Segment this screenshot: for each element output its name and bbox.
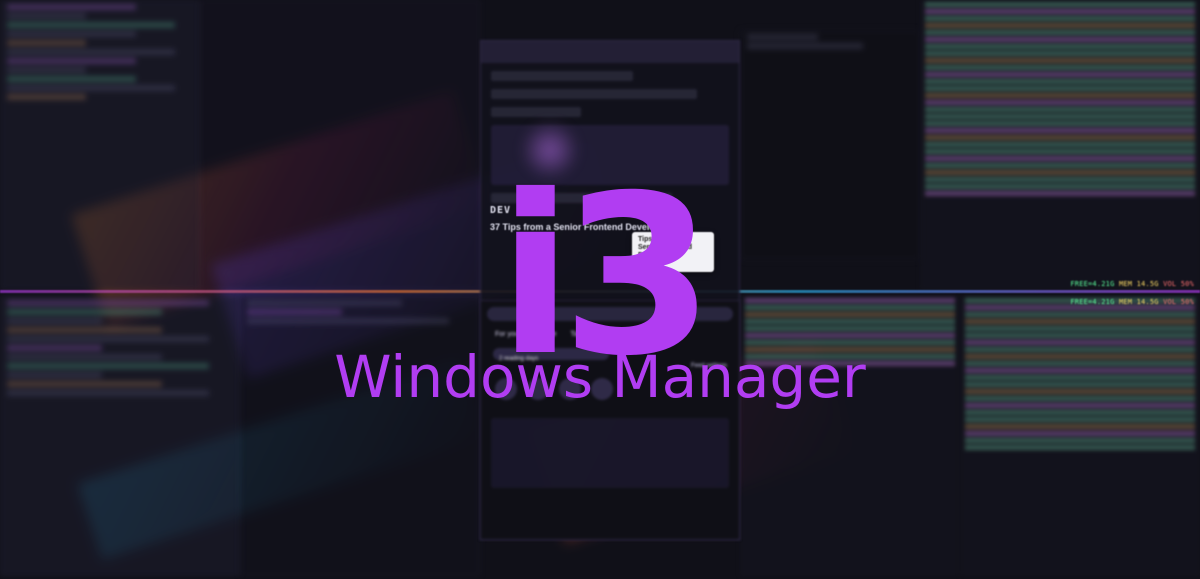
- thumb-line: Tips from a: [638, 236, 708, 244]
- status-mem: MEM 14.5G: [1119, 280, 1159, 288]
- thumb-line: Developer: [638, 252, 708, 260]
- status-bar-bottom: FREE=4.21G MEM 14.5G VOL 50%: [1070, 298, 1194, 306]
- pane-code-left-top: [0, 0, 200, 290]
- pane-code-left-bottom: [0, 296, 240, 576]
- article-thumbnail: Tips from a Senior Frontend Developer: [632, 232, 714, 272]
- status-vol: VOL 50%: [1163, 280, 1194, 288]
- dev-headline: 37 Tips from a Senior Frontend Developer: [490, 222, 730, 232]
- window-titlebar: [481, 41, 739, 63]
- nav-tags[interactable]: Tags: [570, 331, 585, 338]
- status-vol: VOL 50%: [1163, 298, 1194, 306]
- thumb-line: Senior Frontend: [638, 244, 708, 252]
- status-free: FREE=4.21G: [1070, 280, 1114, 288]
- status-bar-top: FREE=4.21G MEM 14.5G VOL 50%: [1070, 280, 1194, 288]
- pane-wallpaper: [200, 0, 480, 290]
- i3-hero-banner: FREE=4.21G MEM 14.5G VOL 50% FREE=4.21G …: [0, 0, 1200, 579]
- status-mem: MEM 14.5G: [1119, 298, 1159, 306]
- pane-dark-right: [740, 30, 920, 260]
- feed-settings-link[interactable]: Feed settings: [691, 363, 727, 369]
- reading-label: 2 reading days: [493, 356, 538, 362]
- nav-explore[interactable]: Explore: [533, 331, 557, 338]
- browser-window: For you Explore Tags 2 reading days Feed…: [480, 300, 740, 540]
- pane-terminal-right-bottom: [960, 296, 1200, 576]
- pane-secondary-bottom: [240, 296, 480, 576]
- nav-for-you[interactable]: For you: [495, 331, 519, 338]
- pane-devtools: [740, 296, 960, 576]
- dev-article-card: DEV 37 Tips from a Senior Frontend Devel…: [490, 205, 730, 232]
- url-bar[interactable]: [487, 307, 733, 321]
- glow-accent: [520, 120, 580, 180]
- status-free: FREE=4.21G: [1070, 298, 1114, 306]
- dev-badge: DEV: [490, 205, 730, 216]
- pane-terminal-right-top: [920, 0, 1200, 290]
- reading-pill: 2 reading days: [493, 348, 609, 360]
- browser-nav: For you Explore Tags: [495, 331, 725, 338]
